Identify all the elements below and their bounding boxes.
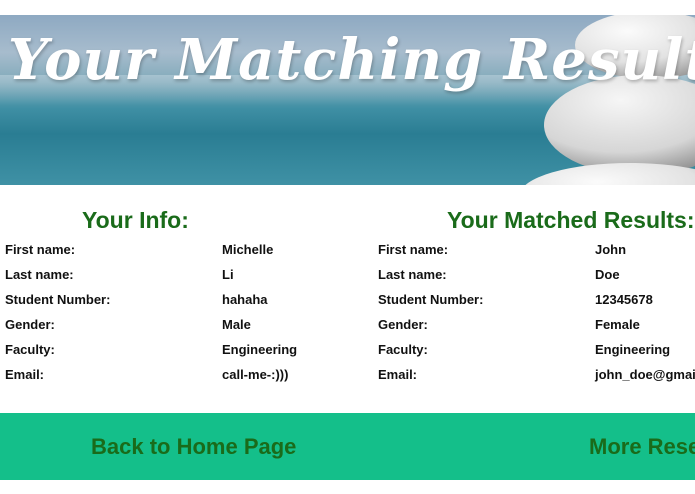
match-value: john_doe@gmail xyxy=(595,367,695,382)
info-value: Michelle xyxy=(222,242,274,257)
match-label: Faculty: xyxy=(378,342,428,357)
footer-bar: Back to Home Page More Rese xyxy=(0,413,695,480)
info-label: Gender: xyxy=(5,317,55,332)
match-value: Engineering xyxy=(595,342,671,357)
info-value: hahaha xyxy=(222,292,268,307)
info-label: Email: xyxy=(5,367,45,382)
match-value: John xyxy=(595,242,627,257)
match-label: Student Number: xyxy=(378,292,484,307)
page-title: Your Matching Results xyxy=(8,27,695,93)
match-value: Doe xyxy=(595,267,620,282)
info-label: Student Number: xyxy=(5,292,111,307)
info-label: First name: xyxy=(5,242,76,257)
info-value: Engineering xyxy=(222,342,298,357)
info-label: Faculty: xyxy=(5,342,55,357)
info-label: Last name: xyxy=(5,267,74,282)
match-label: Gender: xyxy=(378,317,428,332)
match-label: Email: xyxy=(378,367,418,382)
match-label: First name: xyxy=(378,242,449,257)
more-results-button[interactable]: More Rese xyxy=(589,434,695,460)
header-banner: Your Matching Results xyxy=(0,15,695,185)
match-value: 12345678 xyxy=(595,292,653,307)
match-value: Female xyxy=(595,317,640,332)
your-info-heading: Your Info: xyxy=(82,207,189,233)
info-value: call-me-:))) xyxy=(222,367,289,382)
match-label: Last name: xyxy=(378,267,447,282)
matched-results-heading: Your Matched Results: xyxy=(447,207,695,233)
info-value: Li xyxy=(222,267,234,282)
back-to-home-button[interactable]: Back to Home Page xyxy=(91,434,296,460)
info-value: Male xyxy=(222,317,251,332)
